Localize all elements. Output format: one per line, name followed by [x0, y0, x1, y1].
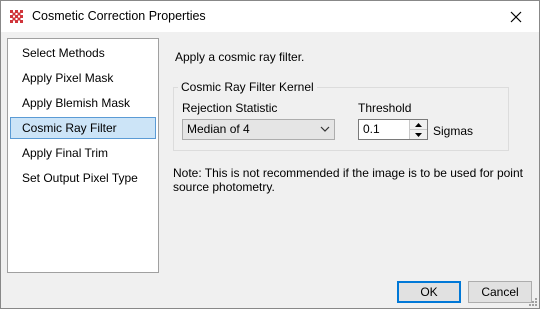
- ok-button[interactable]: OK: [397, 281, 461, 303]
- threshold-label: Threshold: [358, 101, 412, 115]
- cancel-button[interactable]: Cancel: [468, 281, 532, 303]
- sidebar-item-select-methods[interactable]: Select Methods: [10, 42, 156, 64]
- window-title: Cosmetic Correction Properties: [32, 9, 206, 23]
- threshold-spinbox[interactable]: 0.1: [358, 119, 428, 140]
- sidebar-item-apply-final-trim[interactable]: Apply Final Trim: [10, 142, 156, 164]
- triangle-down-icon: [415, 132, 422, 137]
- groupbox-title: Cosmic Ray Filter Kernel: [178, 80, 317, 94]
- rejection-statistic-value: Median of 4: [187, 122, 250, 136]
- threshold-unit: Sigmas: [433, 124, 474, 138]
- method-list[interactable]: Select Methods Apply Pixel Mask Apply Bl…: [7, 38, 159, 273]
- sidebar-item-set-output-pixel-type[interactable]: Set Output Pixel Type: [10, 167, 156, 189]
- photometry-note: Note: This is not recommended if the ima…: [173, 166, 523, 194]
- spin-down-button[interactable]: [410, 130, 427, 139]
- close-button[interactable]: [493, 1, 539, 32]
- panel-intro: Apply a cosmic ray filter.: [175, 50, 305, 64]
- spin-up-button[interactable]: [410, 120, 427, 130]
- triangle-up-icon: [415, 122, 422, 127]
- close-icon: [510, 11, 522, 22]
- sidebar-item-apply-blemish-mask[interactable]: Apply Blemish Mask: [10, 92, 156, 114]
- rejection-statistic-select[interactable]: Median of 4: [182, 119, 335, 140]
- title-bar[interactable]: Cosmetic Correction Properties: [1, 1, 539, 32]
- spin-buttons: [409, 120, 427, 139]
- rejection-statistic-label: Rejection Statistic: [182, 101, 278, 115]
- chevron-down-icon: [320, 126, 330, 132]
- sidebar-item-apply-pixel-mask[interactable]: Apply Pixel Mask: [10, 67, 156, 89]
- sidebar-item-cosmic-ray-filter[interactable]: Cosmic Ray Filter: [10, 117, 156, 139]
- resize-grip-icon[interactable]: [527, 296, 537, 306]
- threshold-value: 0.1: [363, 122, 380, 136]
- app-grid-icon: [10, 10, 23, 23]
- dialog-window: Cosmetic Correction Properties Select Me…: [0, 0, 540, 309]
